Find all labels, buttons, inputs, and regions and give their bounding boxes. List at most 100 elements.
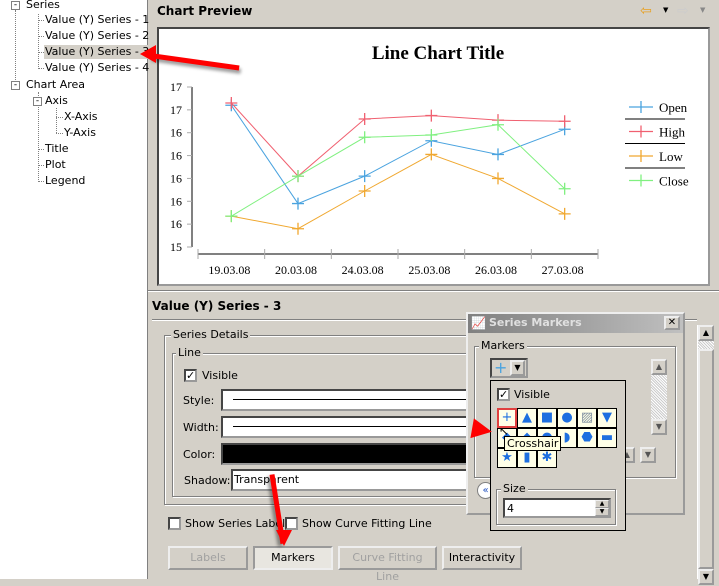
spin-up-icon[interactable]: ▲ (595, 500, 609, 508)
labels-button: Labels (168, 546, 248, 570)
legend-marker-high (629, 125, 653, 138)
series-line-low (231, 153, 565, 230)
marker-inverted-triangle[interactable]: ▼ (597, 408, 617, 428)
size-spinner[interactable]: 4 ▲ ▼ (503, 498, 611, 518)
marker-scroll-up[interactable]: ▲ (651, 359, 667, 375)
tree-item-plot[interactable]: Plot (45, 158, 66, 172)
scroll-up-icon[interactable]: ▲ (698, 325, 714, 341)
style-label: Style: (183, 394, 215, 407)
back-dropdown-icon[interactable]: ▼ (663, 6, 668, 14)
y-tick-label: 15 (170, 240, 182, 254)
data-point-open (492, 148, 504, 161)
marker-column[interactable]: ▮ (517, 448, 537, 468)
style-select[interactable] (221, 389, 483, 411)
marker-scroll-down[interactable]: ▼ (651, 419, 667, 435)
markers-button[interactable]: Markers (253, 546, 333, 570)
forward-dropdown-icon: ▼ (700, 6, 706, 14)
tree-item-series[interactable]: Series (26, 0, 60, 12)
legend-label-high: High (659, 125, 686, 140)
tree-item-axis[interactable]: Axis (45, 94, 68, 108)
marker-square[interactable]: ■ (537, 408, 557, 428)
marker-rectangle[interactable]: ▬ (597, 428, 617, 448)
marker-star[interactable]: ★ (497, 448, 517, 468)
shadow-select[interactable]: Transparent (231, 469, 483, 491)
tree-item-series-4[interactable]: Value (Y) Series - 4 (45, 61, 149, 75)
data-point-low (558, 207, 571, 220)
series-details-group: Series Details Line ✓ Visible Style: Wid… (164, 328, 484, 505)
tree-item-chart-area[interactable]: Chart Area (26, 78, 85, 92)
data-point-open (292, 197, 304, 210)
marker-popup: ✓ Visible + ▲ ■ ● ▨ ▼ ◆ ◆ ● ◗ ⬣ ▬ ★ ▮ ✱ … (490, 380, 626, 531)
legend-label-open: Open (659, 100, 688, 115)
y-tick-label: 16 (170, 126, 182, 140)
data-point-close (425, 129, 438, 141)
y-tick-label: 17 (170, 80, 182, 94)
crosshair-tooltip: Crosshair (504, 436, 562, 451)
width-label: Width: (183, 421, 219, 434)
tree-item-legend[interactable]: Legend (45, 174, 85, 188)
x-tick-label: 25.03.08 (408, 263, 450, 277)
size-label: Size (501, 482, 528, 495)
marker-circle[interactable]: ● (557, 408, 577, 428)
crosshair-icon: + (494, 358, 508, 377)
show-curve-fitting-checkbox[interactable] (285, 517, 298, 530)
tree-item-series-3[interactable]: Value (Y) Series - 3 (44, 45, 151, 59)
show-series-labels-label: Show Series Labels (185, 517, 291, 530)
y-tick-label: 16 (170, 149, 182, 163)
legend-marker-open (629, 101, 653, 113)
chart-preview-frame: Line Chart Title 15 16 16 16 16 16 17 17 19.03.08… (157, 27, 710, 286)
data-point-close (225, 210, 238, 223)
marker-triangle[interactable]: ▲ (517, 408, 537, 428)
tree-item-title[interactable]: Title (45, 142, 69, 156)
markers-label: Markers (479, 339, 527, 352)
visible-label: Visible (202, 369, 238, 382)
vertical-scrollbar[interactable]: ▲ ▼ (697, 325, 714, 585)
x-tick-label: 24.03.08 (342, 263, 384, 277)
chart-preview-title: Chart Preview (157, 4, 253, 18)
series-details-label: Series Details (171, 328, 251, 341)
visible-checkbox[interactable]: ✓ (184, 369, 197, 382)
legend-marker-low (629, 150, 653, 162)
data-point-low (492, 172, 504, 185)
width-select[interactable] (221, 416, 483, 438)
move-down-button[interactable]: ▼ (640, 447, 656, 463)
show-curve-fitting-label: Show Curve Fitting Line (302, 517, 432, 530)
collapse-icon[interactable]: - (11, 81, 20, 90)
marker-four-diamonds[interactable]: ✱ (537, 448, 557, 468)
y-tick-label: 17 (170, 103, 182, 117)
data-point-close (358, 131, 371, 144)
series-line-close (231, 124, 566, 217)
marker-visible-checkbox[interactable]: ✓ (497, 388, 510, 401)
curve-fitting-button: Curve Fitting Line (338, 546, 437, 583)
interactivity-button[interactable]: Interactivity (442, 546, 522, 570)
scroll-thumb[interactable] (698, 349, 714, 569)
tree-item-series-2[interactable]: Value (Y) Series - 2 (45, 29, 149, 43)
marker-image[interactable]: ▨ (577, 408, 597, 428)
line-chart: Line Chart Title 15 16 16 16 16 16 17 17 19.03.08… (170, 43, 689, 277)
back-arrow-icon[interactable]: ⇦ (640, 3, 652, 19)
x-tick-label: 27.03.08 (542, 263, 584, 277)
tree-item-y-axis[interactable]: Y-Axis (64, 126, 96, 140)
line-label: Line (176, 346, 203, 359)
tree-item-x-axis[interactable]: X-Axis (64, 110, 98, 124)
line-group: Line ✓ Visible Style: Width: Color: Shad… (172, 346, 483, 497)
close-icon[interactable]: ✕ (664, 316, 680, 330)
marker-hexagon[interactable]: ⬣ (577, 428, 597, 448)
chevron-down-icon[interactable]: ▼ (510, 360, 525, 376)
dialog-titlebar[interactable]: 📈 Series Markers ✕ (468, 314, 683, 333)
show-series-labels-checkbox[interactable] (168, 517, 181, 530)
dialog-title: Series Markers (489, 316, 582, 329)
legend-marker-close (629, 174, 653, 187)
tree-item-series-1[interactable]: Value (Y) Series - 1 (45, 13, 149, 27)
x-tick-label: 20.03.08 (275, 263, 317, 277)
data-point-high (558, 115, 571, 128)
collapse-icon[interactable]: - (11, 1, 20, 10)
scroll-down-icon[interactable]: ▼ (698, 569, 714, 585)
collapse-icon[interactable]: - (33, 97, 42, 106)
legend-label-low: Low (659, 149, 683, 164)
marker-type-dropdown[interactable]: + ▼ (490, 358, 528, 378)
spin-down-icon[interactable]: ▼ (595, 508, 609, 516)
x-tick-label: 19.03.08 (208, 263, 250, 277)
color-picker[interactable] (221, 443, 483, 465)
color-label: Color: (183, 448, 216, 461)
